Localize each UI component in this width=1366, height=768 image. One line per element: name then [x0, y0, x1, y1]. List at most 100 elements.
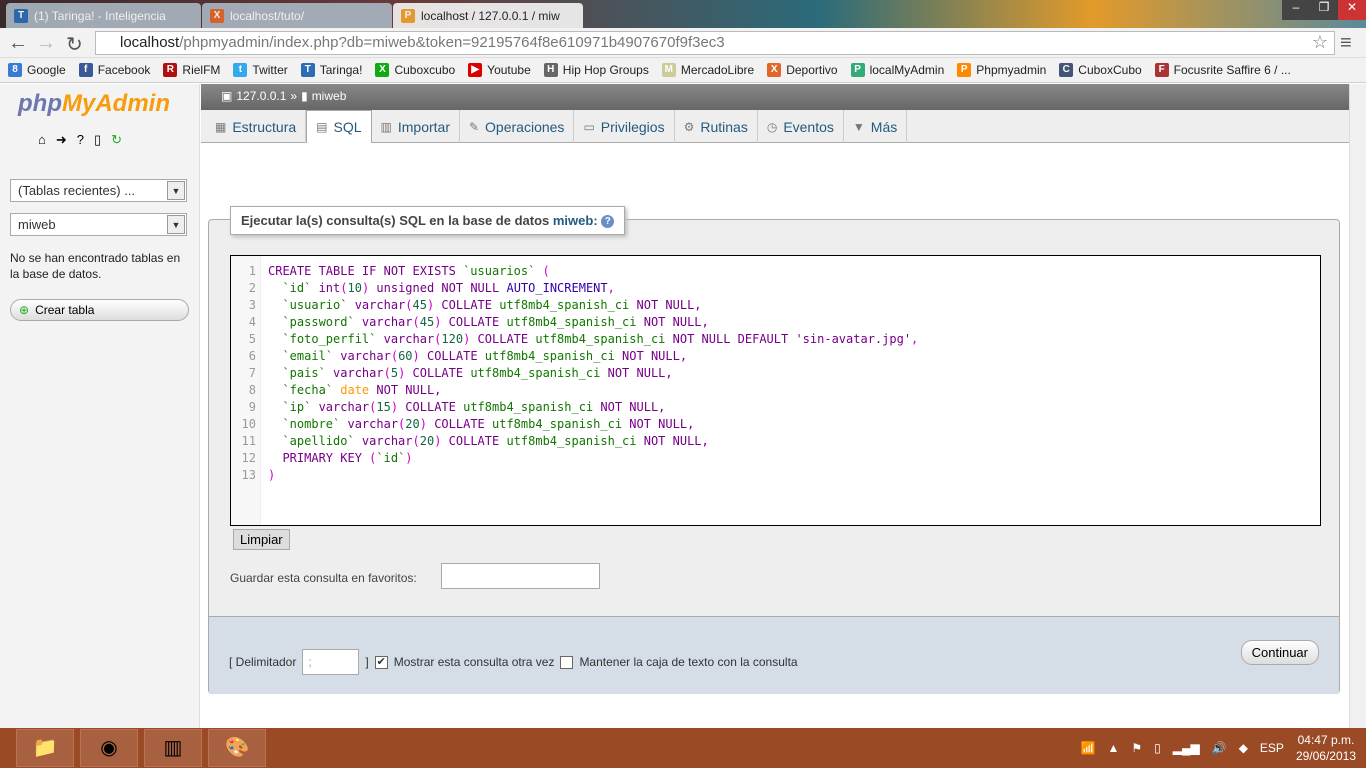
bookmark-label: Youtube	[487, 63, 531, 77]
code-token: )	[390, 400, 399, 414]
code-line: `pais` varchar(5) COLLATE utf8mb4_spanis…	[268, 365, 918, 382]
explorer-icon[interactable]: 📁	[16, 729, 74, 767]
flag-icon[interactable]: ⚑	[1131, 741, 1142, 755]
help-icon[interactable]: ?	[77, 132, 84, 148]
breadcrumb: ▣ 127.0.0.1» ▮ miweb	[201, 84, 1349, 110]
recent-tables-select[interactable]: (Tablas recientes) ... ▼	[10, 179, 187, 202]
code-token: int	[311, 281, 341, 295]
forward-icon[interactable]: →	[36, 32, 56, 55]
line-numbers: 1 2 3 4 5 6 7 8 9 10 11 12 13	[231, 256, 261, 525]
phpmyadmin-logo[interactable]: phpMyAdmin	[18, 90, 170, 118]
tab-icon: ▭	[583, 119, 595, 134]
bookmark-item[interactable]: 8 Google	[8, 63, 66, 77]
refresh-icon[interactable]: ↻	[111, 132, 122, 148]
address-bar[interactable]: localhost/phpmyadmin/index.php?db=miweb&…	[95, 31, 1335, 55]
code-token: 15	[376, 400, 391, 414]
language-indicator[interactable]: ESP	[1260, 741, 1284, 755]
paint-icon[interactable]: 🎨	[208, 729, 266, 767]
scrollbar[interactable]	[1349, 84, 1366, 728]
tab-label: Privilegios	[600, 118, 665, 135]
code-token: (	[412, 434, 420, 448]
bookmark-item[interactable]: P Phpmyadmin	[957, 63, 1046, 77]
star-icon[interactable]: ☆	[1312, 32, 1328, 53]
bookmark-item[interactable]: T Taringa!	[300, 63, 362, 77]
code-line: `apellido` varchar(20) COLLATE utf8mb4_s…	[268, 433, 918, 450]
code-token: varchar	[333, 349, 391, 363]
line-number: 12	[241, 451, 256, 465]
code-line: `foto_perfil` varchar(120) COLLATE utf8m…	[268, 331, 918, 348]
minimize-button[interactable]: –	[1282, 0, 1310, 20]
delimiter-input[interactable]: ;	[302, 649, 360, 675]
browser-tab-strip: T (1) Taringa! - Inteligencia Xlocalhost/…	[0, 0, 1366, 28]
browser-tab[interactable]: T (1) Taringa! - Inteligencia	[6, 3, 201, 28]
code-token: `password`	[268, 315, 355, 329]
signal-icon[interactable]: ▂▄▆	[1173, 741, 1200, 755]
volume-icon[interactable]: 🔊	[1212, 741, 1227, 755]
database-select[interactable]: miweb ▼	[10, 213, 187, 236]
bookmark-item[interactable]: ▶ Youtube	[468, 63, 531, 77]
tab-sql[interactable]: ▤ SQL	[306, 110, 372, 143]
help-icon[interactable]: ?	[601, 215, 615, 229]
breadcrumb-server[interactable]: 127.0.0.1	[236, 89, 286, 105]
bookmark-label: Guardar esta consulta en favoritos:	[230, 571, 417, 585]
xampp-icon: X	[210, 8, 224, 23]
network-icon[interactable]: 📶	[1081, 741, 1096, 755]
back-icon[interactable]: ←	[8, 32, 28, 55]
close-window-button[interactable]: ✕	[1338, 0, 1366, 20]
sql-editor[interactable]: 1 2 3 4 5 6 7 8 9 10 11 12 13 CREATE TABLE IF NOT EX…	[230, 255, 1321, 526]
browser-tab[interactable]: Xlocalhost/tuto/	[202, 3, 392, 28]
breadcrumb-db[interactable]: miweb	[312, 89, 347, 105]
bookmark-item[interactable]: X Cuboxcubo	[375, 63, 455, 77]
bookmark-icon: T	[300, 63, 315, 77]
code-token: utf8mb4_spanish_ci	[492, 417, 623, 431]
clock[interactable]: 04:47 p.m. 29/06/2013	[1296, 732, 1356, 764]
go-button[interactable]: Continuar	[1240, 640, 1319, 665]
app-icon[interactable]: ▥	[144, 729, 202, 767]
menu-icon[interactable]: ≡	[1340, 32, 1352, 55]
show-query-checkbox[interactable]: ✔	[374, 655, 388, 669]
code-token: varchar	[354, 315, 413, 329]
code-token: `email`	[268, 349, 334, 363]
tab-estructura[interactable]: ▦ Estructura	[206, 110, 307, 143]
tab-label: Más	[870, 118, 898, 135]
docs-icon[interactable]: ▯	[94, 132, 101, 148]
line-number: 1	[248, 264, 256, 278]
bookmark-item[interactable]: C CuboxCubo	[1059, 63, 1142, 77]
bookmark-label: localMyAdmin	[869, 63, 945, 77]
tab-privilegios[interactable]: ▭ Privilegios	[574, 110, 675, 143]
create-table-button[interactable]: ⊕ Crear tabla	[10, 299, 189, 321]
bookmark-item[interactable]: X Deportivo	[767, 63, 838, 77]
bookmark-icon: 8	[8, 63, 22, 77]
bookmark-item[interactable]: f Facebook	[78, 63, 150, 77]
bookmark-item[interactable]: t Twitter	[233, 63, 288, 77]
tab-operaciones[interactable]: ✎ Operaciones	[460, 110, 575, 143]
bookmark-input[interactable]	[441, 563, 600, 589]
browser-tab-active[interactable]: Plocalhost / 127.0.0.1 / miw	[393, 3, 583, 28]
reload-icon[interactable]: ↻	[66, 32, 83, 57]
line-number: 3	[248, 298, 256, 312]
bookmark-item[interactable]: R RielFM	[163, 63, 220, 77]
tab-importar[interactable]: ▥ Importar	[372, 110, 460, 143]
dropbox-icon[interactable]: ◆	[1239, 741, 1248, 755]
tab-eventos[interactable]: ◷ Eventos	[758, 110, 844, 143]
home-icon[interactable]: ⌂	[38, 132, 46, 148]
code-token: (	[383, 366, 391, 380]
tab-más[interactable]: ▼ Más	[844, 110, 908, 143]
bookmark-item[interactable]: M MercadoLibre	[661, 63, 754, 77]
chrome-icon[interactable]: ◉	[80, 729, 138, 767]
tab-rutinas[interactable]: ⚙ Rutinas	[675, 110, 758, 143]
keep-textbox-checkbox[interactable]	[560, 655, 574, 669]
maximize-button[interactable]: ❐	[1310, 0, 1338, 20]
bookmark-icon: ▶	[468, 63, 483, 77]
line-number: 11	[241, 434, 256, 448]
query-legend: Ejecutar la(s) consulta(s) SQL en la bas…	[230, 206, 626, 236]
bookmark-item[interactable]: F Focusrite Saffire 6 / ...	[1154, 63, 1291, 77]
show-hidden-icon[interactable]: ▲	[1108, 741, 1120, 755]
clear-button[interactable]: Limpiar	[233, 529, 290, 550]
bookmark-label: Focusrite Saffire 6 / ...	[1173, 63, 1291, 77]
code-token: NOT NULL DEFAULT	[665, 332, 796, 346]
battery-icon[interactable]: ▯	[1154, 741, 1161, 755]
bookmark-item[interactable]: PlocalMyAdmin	[850, 63, 945, 77]
logout-icon[interactable]: ➜	[56, 132, 67, 148]
bookmark-item[interactable]: H Hip Hop Groups	[543, 63, 649, 77]
